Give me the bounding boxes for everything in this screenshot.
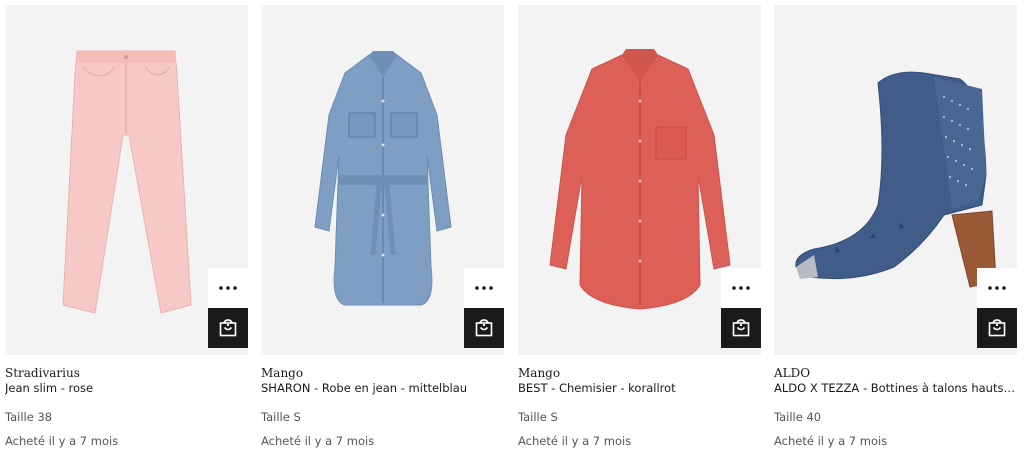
product-name[interactable]: SHARON - Robe en jean - mittelblau (261, 380, 504, 396)
more-options-button[interactable] (977, 268, 1017, 308)
ellipsis-icon (219, 286, 237, 290)
product-brand[interactable]: ALDO (774, 366, 1017, 380)
product-size: Taille 38 (5, 410, 53, 424)
product-size: Taille 40 (774, 410, 822, 424)
product-brand[interactable]: Mango (261, 366, 504, 380)
product-card[interactable]: Mango BEST - Chemisier - korallrot Taill… (518, 5, 761, 448)
product-name[interactable]: Jean slim - rose (5, 380, 248, 396)
ellipsis-icon (732, 286, 750, 290)
product-name[interactable]: ALDO X TEZZA - Bottines à talons hauts .… (774, 380, 1017, 396)
add-to-bag-button[interactable] (721, 308, 761, 348)
more-options-button[interactable] (208, 268, 248, 308)
product-brand[interactable]: Stradivarius (5, 366, 248, 380)
more-options-button[interactable] (721, 268, 761, 308)
product-image-container[interactable] (5, 5, 248, 355)
purchased-items-grid: Stradivarius Jean slim - rose Taille 38 … (0, 0, 1024, 455)
product-size: Taille S (518, 410, 558, 424)
product-card[interactable]: Mango SHARON - Robe en jean - mittelblau… (261, 5, 504, 448)
purchase-date: Acheté il y a 7 mois (261, 434, 375, 448)
shopping-bag-icon (988, 319, 1006, 337)
add-to-bag-button[interactable] (464, 308, 504, 348)
add-to-bag-button[interactable] (208, 308, 248, 348)
ellipsis-icon (475, 286, 493, 290)
purchase-date: Acheté il y a 7 mois (518, 434, 632, 448)
more-options-button[interactable] (464, 268, 504, 308)
purchase-date: Acheté il y a 7 mois (774, 434, 888, 448)
purchase-date: Acheté il y a 7 mois (5, 434, 119, 448)
add-to-bag-button[interactable] (977, 308, 1017, 348)
product-brand[interactable]: Mango (518, 366, 761, 380)
shopping-bag-icon (219, 319, 237, 337)
product-image-container[interactable] (774, 5, 1017, 355)
product-image-container[interactable] (518, 5, 761, 355)
product-name[interactable]: BEST - Chemisier - korallrot (518, 380, 761, 396)
product-card[interactable]: ALDO ALDO X TEZZA - Bottines à talons ha… (774, 5, 1017, 448)
product-image-container[interactable] (261, 5, 504, 355)
product-size: Taille S (261, 410, 301, 424)
ellipsis-icon (988, 286, 1006, 290)
product-card[interactable]: Stradivarius Jean slim - rose Taille 38 … (5, 5, 248, 448)
shopping-bag-icon (732, 319, 750, 337)
shopping-bag-icon (475, 319, 493, 337)
